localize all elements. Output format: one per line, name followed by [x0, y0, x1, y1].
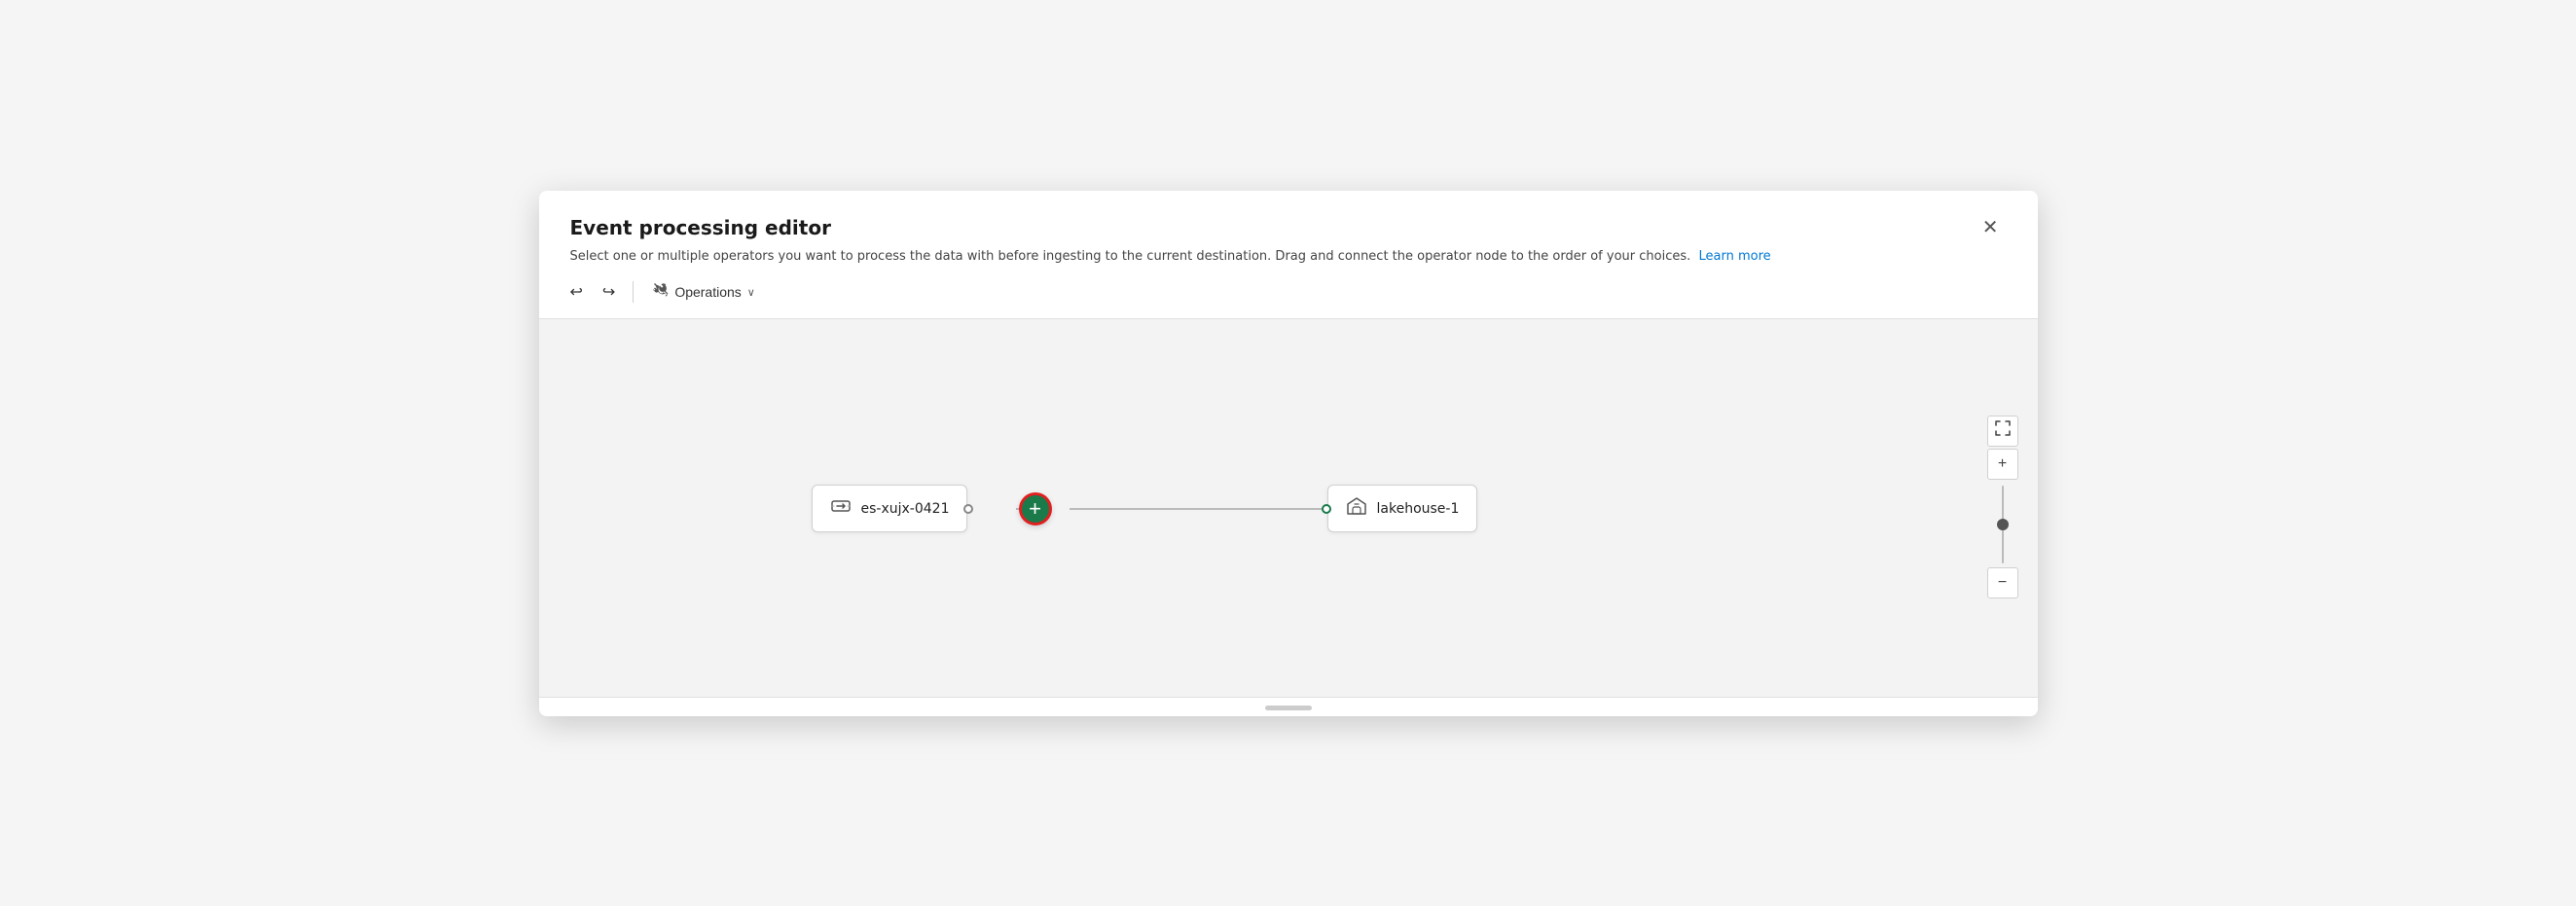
undo-icon: ↩ — [570, 282, 583, 302]
zoom-out-button[interactable]: − — [1987, 567, 2018, 598]
canvas-svg — [539, 319, 2038, 697]
zoom-fit-button[interactable] — [1987, 416, 2018, 447]
operations-icon — [653, 282, 669, 302]
close-button[interactable]: ✕ — [1975, 214, 2007, 241]
add-operator-button[interactable]: + — [1019, 492, 1052, 525]
redo-icon: ↪ — [602, 282, 615, 302]
toolbar: ↩ ↪ Operations ∨ — [539, 266, 2038, 319]
redo-button[interactable]: ↪ — [595, 277, 623, 307]
zoom-out-icon: − — [1998, 574, 2007, 592]
bottom-bar — [539, 697, 2038, 716]
operations-button[interactable]: Operations ∨ — [643, 277, 765, 307]
dest-node-left-connector — [1322, 504, 1331, 514]
lakehouse-icon — [1346, 495, 1367, 522]
source-node-label: es-xujx-0421 — [861, 501, 950, 517]
subtitle-text: Select one or multiple operators you wan… — [570, 249, 1691, 264]
dialog-subtitle: Select one or multiple operators you wan… — [570, 247, 2007, 267]
zoom-in-button[interactable]: + — [1987, 449, 2018, 480]
dialog-header: Event processing editor ✕ Select one or … — [539, 191, 2038, 267]
dialog-title-row: Event processing editor ✕ — [570, 214, 2007, 241]
add-icon: + — [1029, 498, 1041, 520]
source-icon — [830, 495, 852, 522]
dest-node[interactable]: lakehouse-1 — [1327, 485, 1478, 532]
chevron-down-icon: ∨ — [747, 286, 755, 299]
zoom-in-icon: + — [1998, 455, 2007, 473]
zoom-fit-icon — [1995, 420, 2011, 441]
zoom-slider-thumb[interactable] — [1997, 519, 2009, 530]
event-processing-dialog: Event processing editor ✕ Select one or … — [539, 191, 2038, 716]
learn-more-link[interactable]: Learn more — [1699, 249, 1771, 264]
zoom-controls: + − — [1987, 416, 2018, 600]
toolbar-divider — [633, 281, 634, 303]
source-node-right-connector — [963, 504, 973, 514]
zoom-slider-track — [2002, 486, 2004, 563]
operations-label: Operations — [674, 284, 741, 300]
dest-node-label: lakehouse-1 — [1377, 501, 1460, 517]
undo-button[interactable]: ↩ — [562, 277, 591, 307]
source-node[interactable]: es-xujx-0421 — [812, 485, 968, 532]
dialog-title: Event processing editor — [570, 216, 831, 239]
bottom-handle — [1265, 706, 1312, 710]
add-operator-wrap: + — [1019, 492, 1052, 525]
canvas-area: es-xujx-0421 + lakehouse-1 — [539, 319, 2038, 697]
